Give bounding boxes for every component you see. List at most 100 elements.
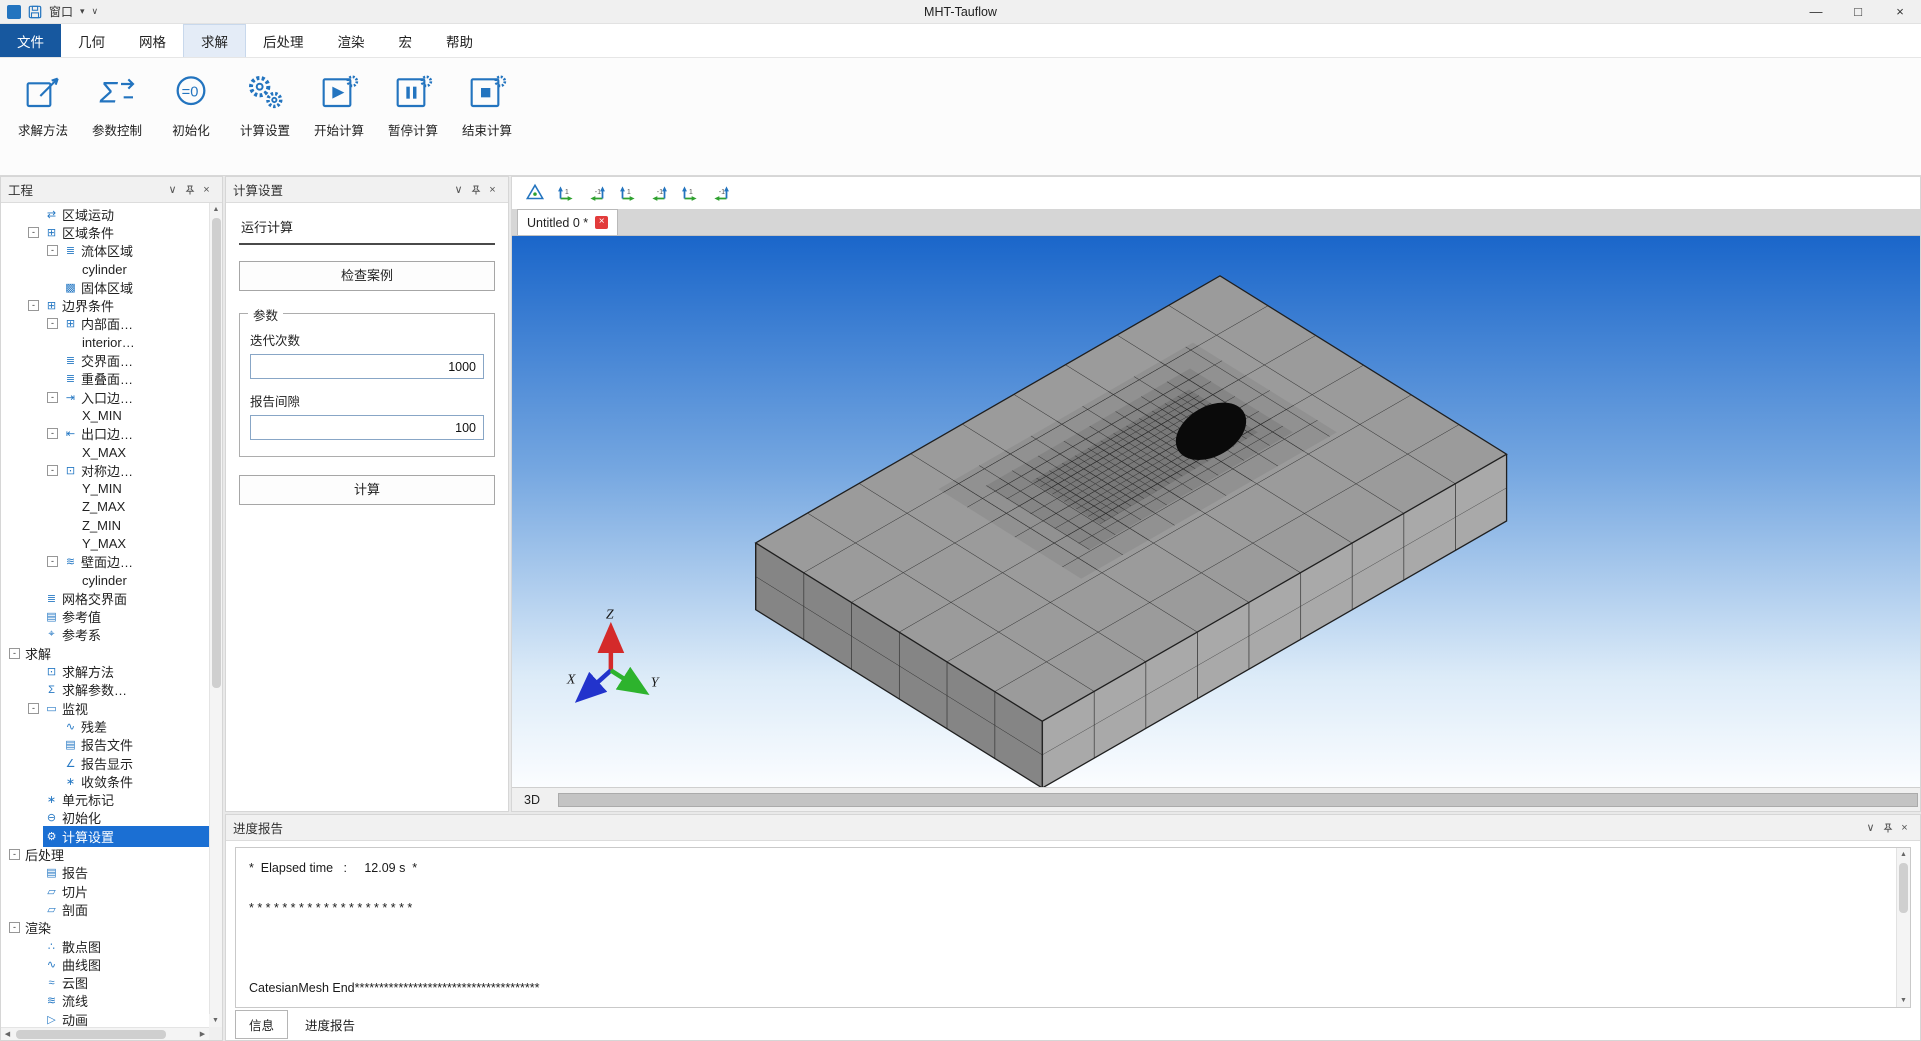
- tree-item-solve[interactable]: - 求解: [1, 644, 209, 662]
- tree-item-fluid-region[interactable]: - ≣ 流体区域: [1, 242, 209, 260]
- tree-item-solve-method[interactable]: ⊡ 求解方法: [1, 662, 209, 680]
- calc-settings-button[interactable]: 计算设置: [232, 68, 298, 175]
- tree-item-reference-values[interactable]: ▤ 参考值: [1, 608, 209, 626]
- tree-item-slice[interactable]: ▱ 切片: [1, 882, 209, 900]
- tree-item-region-motion[interactable]: ⇄ 区域运动: [1, 205, 209, 223]
- tree-item-reference-frame[interactable]: ⌖ 参考系: [1, 626, 209, 644]
- tree-item-region-conditions[interactable]: - ⊞ 区域条件: [1, 223, 209, 241]
- window-menu-label[interactable]: 窗口: [49, 3, 73, 20]
- fit-view-icon[interactable]: [524, 182, 546, 204]
- collapse-icon[interactable]: -: [47, 245, 58, 257]
- viewport-horizontal-scrollbar[interactable]: [558, 792, 1918, 807]
- view-y-plus-icon[interactable]: 1: [617, 182, 639, 204]
- menu-macro[interactable]: 宏: [382, 24, 430, 57]
- tree-vertical-scrollbar[interactable]: ▲: [209, 203, 222, 1027]
- tab-info[interactable]: 信息: [235, 1009, 289, 1039]
- tree-item-overlap-face[interactable]: ≣ 重叠面…: [1, 370, 209, 388]
- save-icon[interactable]: [28, 5, 42, 19]
- report-interval-input[interactable]: [250, 415, 484, 440]
- window-menu-caret-icon[interactable]: ▾: [80, 6, 85, 17]
- pin-icon[interactable]: [181, 185, 198, 195]
- viewport-tab[interactable]: Untitled 0 * ×: [517, 209, 619, 235]
- tree-item-x-min[interactable]: X_MIN: [1, 406, 209, 424]
- menu-solve[interactable]: 求解: [183, 24, 246, 57]
- tree-item-post-process[interactable]: - 后处理: [1, 845, 209, 863]
- menu-render[interactable]: 渲染: [321, 24, 382, 57]
- menu-postprocess[interactable]: 后处理: [246, 24, 321, 57]
- tree-item-boundary-conditions[interactable]: - ⊞ 边界条件: [1, 296, 209, 314]
- tree-item-scatter-plot[interactable]: ∴ 散点图: [1, 937, 209, 955]
- tree-item-wall-boundary[interactable]: - ≋ 壁面边…: [1, 553, 209, 571]
- tree-item-contour-plot[interactable]: ≈ 云图: [1, 973, 209, 991]
- view-x-plus-icon[interactable]: 1: [555, 182, 577, 204]
- view-x-minus-icon[interactable]: -1: [586, 182, 608, 204]
- collapse-icon[interactable]: -: [47, 428, 58, 440]
- close-icon[interactable]: ×: [198, 184, 215, 196]
- scroll-up-icon[interactable]: ▲: [1897, 848, 1910, 861]
- scroll-right-icon[interactable]: ▶: [196, 1028, 209, 1041]
- tree-item-report-display[interactable]: ∠ 报告显示: [1, 754, 209, 772]
- initialize-button[interactable]: =0 初始化: [158, 68, 224, 175]
- chevron-down-icon[interactable]: ∨: [164, 183, 181, 196]
- tree-item-streamline[interactable]: ≋ 流线: [1, 992, 209, 1010]
- view-z-plus-icon[interactable]: 1: [679, 182, 701, 204]
- tree-item-mesh-interface[interactable]: ≣ 网格交界面: [1, 589, 209, 607]
- tree-item-z-min[interactable]: Z_MIN: [1, 516, 209, 534]
- quick-access-customize-icon[interactable]: ∨: [92, 6, 99, 17]
- tree-item-section[interactable]: ▱ 剖面: [1, 900, 209, 918]
- tree-item-solid-region[interactable]: ▩ 固体区域: [1, 278, 209, 296]
- tree-horizontal-scrollbar[interactable]: ◀ ▶: [1, 1027, 209, 1040]
- tree-item-animation[interactable]: ▷ 动画: [1, 1010, 209, 1027]
- tree-item-curve-plot[interactable]: ∿ 曲线图: [1, 955, 209, 973]
- scroll-up-icon[interactable]: ▲: [210, 203, 223, 216]
- menu-help[interactable]: 帮助: [429, 24, 490, 57]
- start-calc-button[interactable]: 开始计算: [306, 68, 372, 175]
- solve-method-button[interactable]: 求解方法: [10, 68, 76, 175]
- collapse-icon[interactable]: -: [47, 464, 58, 476]
- tree-item-wall-cylinder[interactable]: cylinder: [1, 571, 209, 589]
- tree-item-z-max[interactable]: Z_MAX: [1, 498, 209, 516]
- tree-item-fluid-cylinder[interactable]: cylinder: [1, 260, 209, 278]
- collapse-icon[interactable]: -: [47, 391, 58, 403]
- menu-mesh[interactable]: 网格: [122, 24, 183, 57]
- tree-item-symmetry-boundary[interactable]: - ⊡ 对称边…: [1, 461, 209, 479]
- tree-item-report[interactable]: ▤ 报告: [1, 864, 209, 882]
- tree-item-render[interactable]: - 渲染: [1, 919, 209, 937]
- menu-geometry[interactable]: 几何: [61, 24, 122, 57]
- scrollbar-thumb[interactable]: [211, 218, 221, 688]
- tree-item-y-min[interactable]: Y_MIN: [1, 479, 209, 497]
- tree-item-inlet-boundary[interactable]: - ⇥ 入口边…: [1, 388, 209, 406]
- tree-item-outlet-boundary[interactable]: - ⇤ 出口边…: [1, 425, 209, 443]
- scroll-left-icon[interactable]: ◀: [1, 1028, 14, 1041]
- close-icon[interactable]: ×: [484, 184, 501, 196]
- progress-log[interactable]: * Elapsed time : 12.09 s * * * * * * * *…: [235, 847, 1911, 1008]
- collapse-icon[interactable]: -: [47, 556, 58, 568]
- scroll-down-icon[interactable]: ▼: [209, 1014, 222, 1027]
- view-z-minus-icon[interactable]: -1: [710, 182, 732, 204]
- pin-icon[interactable]: [1879, 823, 1896, 833]
- collapse-icon[interactable]: -: [9, 647, 20, 659]
- collapse-icon[interactable]: -: [28, 300, 39, 312]
- tree-item-y-max[interactable]: Y_MAX: [1, 534, 209, 552]
- viewport-canvas[interactable]: Z X Y: [512, 236, 1920, 787]
- tree-item-monitor[interactable]: - ▭ 监视: [1, 699, 209, 717]
- pin-icon[interactable]: [467, 185, 484, 195]
- tree-item-convergence[interactable]: ∗ 收敛条件: [1, 772, 209, 790]
- collapse-icon[interactable]: -: [9, 849, 20, 861]
- maximize-button[interactable]: □: [1837, 0, 1879, 23]
- scrollbar-thumb[interactable]: [16, 1029, 166, 1039]
- tree-item-initialize[interactable]: ⊖ 初始化: [1, 809, 209, 827]
- menu-file[interactable]: 文件: [0, 24, 61, 57]
- check-case-button[interactable]: 检查案例: [239, 261, 495, 291]
- tree-item-interior-face[interactable]: - ⊞ 内部面…: [1, 315, 209, 333]
- chevron-down-icon[interactable]: ∨: [1862, 821, 1879, 834]
- tab-close-icon[interactable]: ×: [595, 216, 609, 229]
- tree-vertical-scrollbar-down[interactable]: ▼: [209, 1014, 222, 1027]
- chevron-down-icon[interactable]: ∨: [450, 183, 467, 196]
- collapse-icon[interactable]: -: [28, 702, 39, 714]
- scroll-down-icon[interactable]: ▼: [1897, 994, 1910, 1007]
- tree-item-interface-face[interactable]: ≣ 交界面…: [1, 351, 209, 369]
- collapse-icon[interactable]: -: [9, 922, 20, 934]
- pause-calc-button[interactable]: 暂停计算: [380, 68, 446, 175]
- end-calc-button[interactable]: 结束计算: [454, 68, 520, 175]
